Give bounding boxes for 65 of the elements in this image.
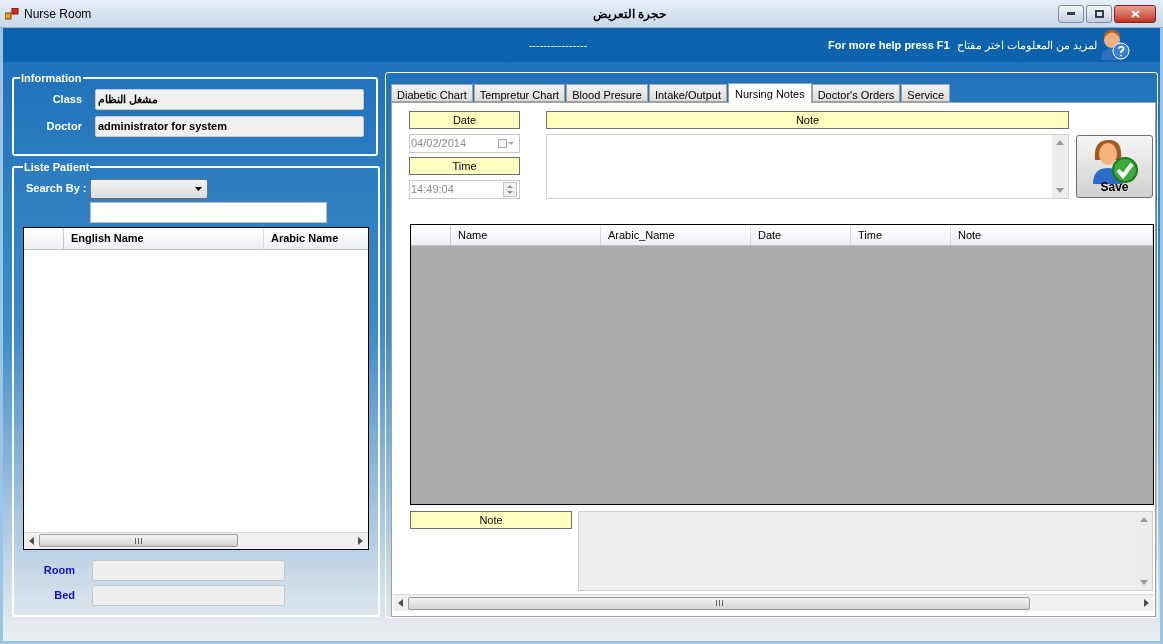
note-label: Note bbox=[410, 511, 572, 529]
scroll-down-icon[interactable] bbox=[1140, 580, 1148, 585]
tab[interactable]: Tempretur Chart bbox=[473, 84, 566, 102]
close-icon bbox=[1130, 9, 1140, 18]
tab[interactable]: Service bbox=[901, 84, 951, 102]
app-icon bbox=[5, 7, 19, 20]
note-text-area[interactable] bbox=[546, 134, 1069, 199]
scroll-up-icon[interactable] bbox=[1140, 517, 1148, 522]
bed-field[interactable] bbox=[92, 584, 285, 606]
room-label: Room bbox=[42, 562, 75, 578]
tab[interactable]: Intake/Output bbox=[648, 84, 727, 102]
date-picker[interactable]: 04/02/2014 bbox=[409, 134, 520, 153]
scroll-right-icon[interactable] bbox=[358, 536, 363, 545]
search-field[interactable] bbox=[90, 201, 327, 223]
close-button[interactable] bbox=[1114, 4, 1156, 23]
help-text-arabic: لمزيد من المعلومات اختر مفتاح bbox=[956, 37, 1097, 54]
scroll-left-icon[interactable] bbox=[398, 599, 403, 607]
scroll-left-icon[interactable] bbox=[29, 536, 34, 545]
tab[interactable]: Doctor's Orders bbox=[811, 84, 901, 102]
scrollbar-thumb[interactable] bbox=[39, 534, 238, 547]
group-title: Information bbox=[20, 71, 83, 86]
scrollbar-thumb[interactable] bbox=[408, 596, 1030, 610]
vertical-scrollbar[interactable] bbox=[1052, 135, 1068, 198]
minimize-icon bbox=[1067, 12, 1075, 15]
scroll-down-icon[interactable] bbox=[1056, 188, 1064, 193]
scroll-right-icon[interactable] bbox=[1144, 599, 1149, 607]
scroll-up-icon[interactable] bbox=[1056, 140, 1064, 145]
column-header[interactable]: Time bbox=[851, 225, 951, 245]
spinner-icon bbox=[503, 182, 517, 197]
field-label: Doctor bbox=[45, 118, 82, 134]
horizontal-scrollbar[interactable] bbox=[24, 531, 368, 549]
bed-label: Bed bbox=[53, 587, 75, 603]
column-header[interactable]: Arabic_Name bbox=[601, 225, 751, 245]
help-user-icon bbox=[1099, 29, 1130, 61]
column-header[interactable]: Arabic Name bbox=[264, 227, 368, 249]
tab[interactable]: Diabetic Chart bbox=[391, 84, 473, 102]
time-picker[interactable]: 14:49:04 bbox=[409, 180, 520, 199]
dropdown-caret-icon bbox=[194, 186, 202, 191]
time-label: Time bbox=[409, 157, 520, 175]
room-field[interactable] bbox=[92, 559, 285, 581]
text-field[interactable]: administrator for system bbox=[95, 115, 364, 137]
column-header[interactable]: Date bbox=[751, 225, 851, 245]
window-title: Nurse Room bbox=[24, 5, 92, 23]
column-header[interactable]: Name bbox=[451, 225, 601, 245]
save-button[interactable]: Save bbox=[1076, 135, 1153, 198]
minimize-button[interactable] bbox=[1058, 4, 1084, 23]
note-label: Note bbox=[546, 111, 1069, 129]
search-label: Search By : bbox=[26, 181, 87, 197]
dashes-text: ---------------- bbox=[528, 37, 588, 53]
group-title: Liste Patient bbox=[23, 160, 91, 175]
column-header[interactable]: Note bbox=[951, 225, 1153, 245]
date-label: Date bbox=[409, 111, 520, 129]
horizontal-scrollbar[interactable] bbox=[393, 594, 1154, 611]
tab[interactable]: Blood Presure bbox=[566, 84, 648, 102]
search-by-dropdown[interactable] bbox=[89, 178, 208, 199]
column-header[interactable]: English Name bbox=[64, 227, 264, 249]
help-text: For more help press F1 bbox=[828, 37, 950, 53]
window-caption: حجرة التعريض bbox=[593, 5, 667, 23]
maximize-button[interactable] bbox=[1086, 4, 1112, 23]
maximize-icon bbox=[1094, 9, 1104, 18]
calendar-icon bbox=[498, 139, 515, 148]
text-field[interactable]: مشغل النظام bbox=[95, 88, 364, 110]
field-label: Class bbox=[51, 91, 82, 107]
tab[interactable]: Nursing Notes bbox=[727, 83, 812, 103]
nurse-check-icon bbox=[1091, 138, 1139, 184]
